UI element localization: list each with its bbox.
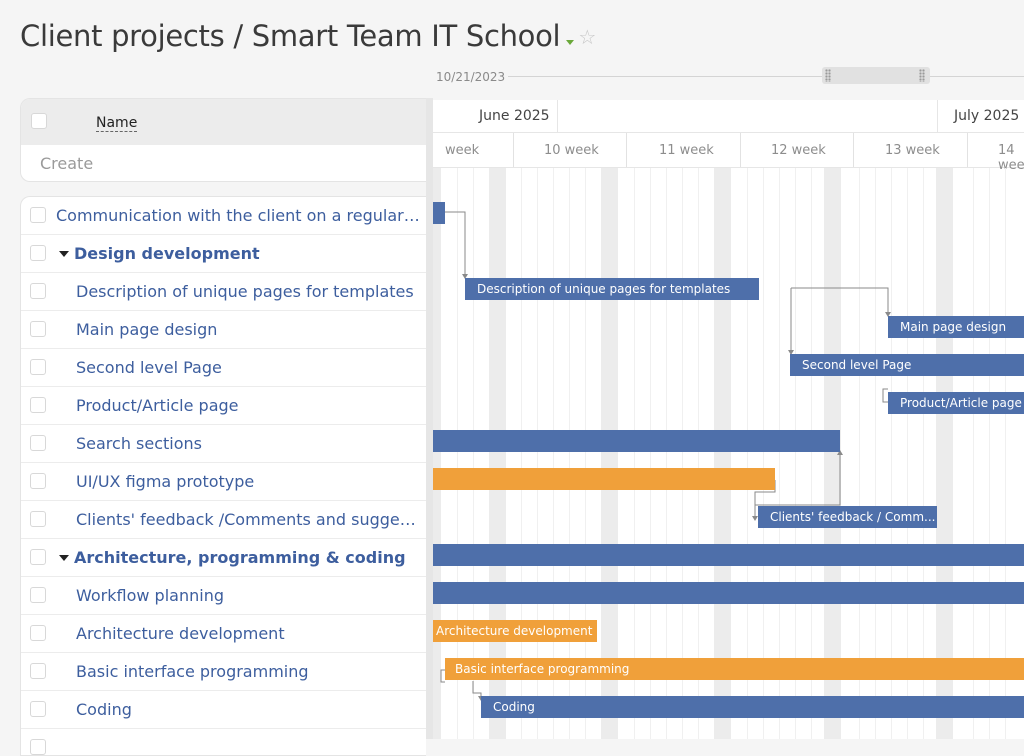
dependency-link <box>445 211 466 276</box>
task-checkbox[interactable] <box>30 587 46 603</box>
task-list-header: Name Create <box>20 98 426 182</box>
task-checkbox[interactable] <box>30 321 46 337</box>
task-group-label[interactable]: Architecture, programming & coding <box>74 548 406 567</box>
task-checkbox[interactable] <box>30 397 46 413</box>
task-checkbox[interactable] <box>30 473 46 489</box>
task-label[interactable]: Description of unique pages for template… <box>76 282 414 301</box>
left-grip-handle-icon[interactable] <box>825 69 831 82</box>
task-row[interactable]: Communication with the client on a regul… <box>21 197 426 235</box>
gantt-bar[interactable]: Basic interface programming <box>445 658 1024 680</box>
page-title: Client projects / Smart Team IT School <box>20 19 561 53</box>
gantt-bar[interactable] <box>433 430 840 452</box>
column-header-row: Name <box>21 99 426 145</box>
timeline-start-date: 10/21/2023 <box>436 70 506 84</box>
task-checkbox[interactable] <box>30 701 46 717</box>
task-label[interactable]: Communication with the client on a regul… <box>56 206 422 225</box>
timeline-scroll-track[interactable] <box>508 76 1024 77</box>
gantt-bar[interactable]: Architecture development <box>433 620 597 642</box>
right-grip-handle-icon[interactable] <box>919 69 925 82</box>
gantt-bar[interactable]: Coding <box>481 696 1024 718</box>
gantt-bar[interactable] <box>433 582 1024 604</box>
gantt-bar[interactable]: Product/Article page <box>888 392 1024 414</box>
task-row[interactable]: UI/UX figma prototype <box>21 463 426 501</box>
task-row[interactable]: Second level Page <box>21 349 426 387</box>
favorite-star-icon[interactable]: ☆ <box>578 25 596 49</box>
dependency-link <box>791 287 889 314</box>
task-checkbox[interactable] <box>30 663 46 679</box>
task-list: Communication with the client on a regul… <box>20 196 426 756</box>
task-checkbox[interactable] <box>30 207 46 223</box>
task-label[interactable]: Product/Article page <box>76 396 239 415</box>
task-checkbox[interactable] <box>30 739 46 755</box>
gantt-bar[interactable]: Description of unique pages for template… <box>465 278 759 300</box>
task-label[interactable]: Basic interface programming <box>76 662 309 681</box>
collapse-triangle-icon[interactable] <box>59 251 69 257</box>
panel-splitter[interactable] <box>426 98 433 739</box>
task-label[interactable]: Workflow planning <box>76 586 224 605</box>
task-group-row[interactable]: Design development <box>21 235 426 273</box>
task-checkbox[interactable] <box>30 549 46 565</box>
gantt-chart: June 2025 July 2025 week 10 week 11 week… <box>433 100 1024 739</box>
task-row[interactable]: Product/Article page <box>21 387 426 425</box>
select-all-checkbox[interactable] <box>31 113 47 129</box>
timeline-scroll-thumb[interactable] <box>822 67 930 84</box>
dependency-links <box>440 211 891 701</box>
create-task-input[interactable]: Create <box>40 154 93 173</box>
task-checkbox[interactable] <box>30 359 46 375</box>
task-label[interactable]: Main page design <box>76 320 217 339</box>
gantt-bar[interactable] <box>433 544 1024 566</box>
title-bar: Client projects / Smart Team IT School ☆ <box>20 14 596 58</box>
task-checkbox[interactable] <box>30 435 46 451</box>
task-row[interactable] <box>21 729 426 755</box>
task-checkbox[interactable] <box>30 245 46 261</box>
task-checkbox[interactable] <box>30 625 46 641</box>
task-checkbox[interactable] <box>30 511 46 527</box>
gantt-bar[interactable]: Second level Page <box>790 354 1024 376</box>
task-label[interactable]: Search sections <box>76 434 202 453</box>
task-row[interactable]: Basic interface programming <box>21 653 426 691</box>
task-group-label[interactable]: Design development <box>74 244 260 263</box>
gantt-bar[interactable] <box>433 468 775 490</box>
task-label[interactable]: UI/UX figma prototype <box>76 472 254 491</box>
task-label[interactable]: Coding <box>76 700 132 719</box>
task-row[interactable]: Architecture development <box>21 615 426 653</box>
task-checkbox[interactable] <box>30 283 46 299</box>
name-column-header[interactable]: Name <box>96 116 138 132</box>
dependency-link <box>472 681 482 697</box>
gantt-bar[interactable]: Main page design <box>888 316 1024 338</box>
task-group-row[interactable]: Architecture, programming & coding <box>21 539 426 577</box>
task-row[interactable]: Workflow planning <box>21 577 426 615</box>
task-row[interactable]: Main page design <box>21 311 426 349</box>
task-row[interactable]: Description of unique pages for template… <box>21 273 426 311</box>
task-row[interactable]: Search sections <box>21 425 426 463</box>
task-row[interactable]: Clients' feedback /Comments and suggesti… <box>21 501 426 539</box>
task-label[interactable]: Clients' feedback /Comments and suggesti… <box>76 510 422 529</box>
gantt-bar[interactable] <box>433 202 445 224</box>
task-label[interactable]: Second level Page <box>76 358 222 377</box>
gantt-bar[interactable]: Clients' feedback / Comm... <box>758 506 937 528</box>
task-label[interactable]: Architecture development <box>76 624 285 643</box>
project-dropdown-caret-icon[interactable] <box>566 39 575 45</box>
collapse-triangle-icon[interactable] <box>59 555 69 561</box>
task-row[interactable]: Coding <box>21 691 426 729</box>
